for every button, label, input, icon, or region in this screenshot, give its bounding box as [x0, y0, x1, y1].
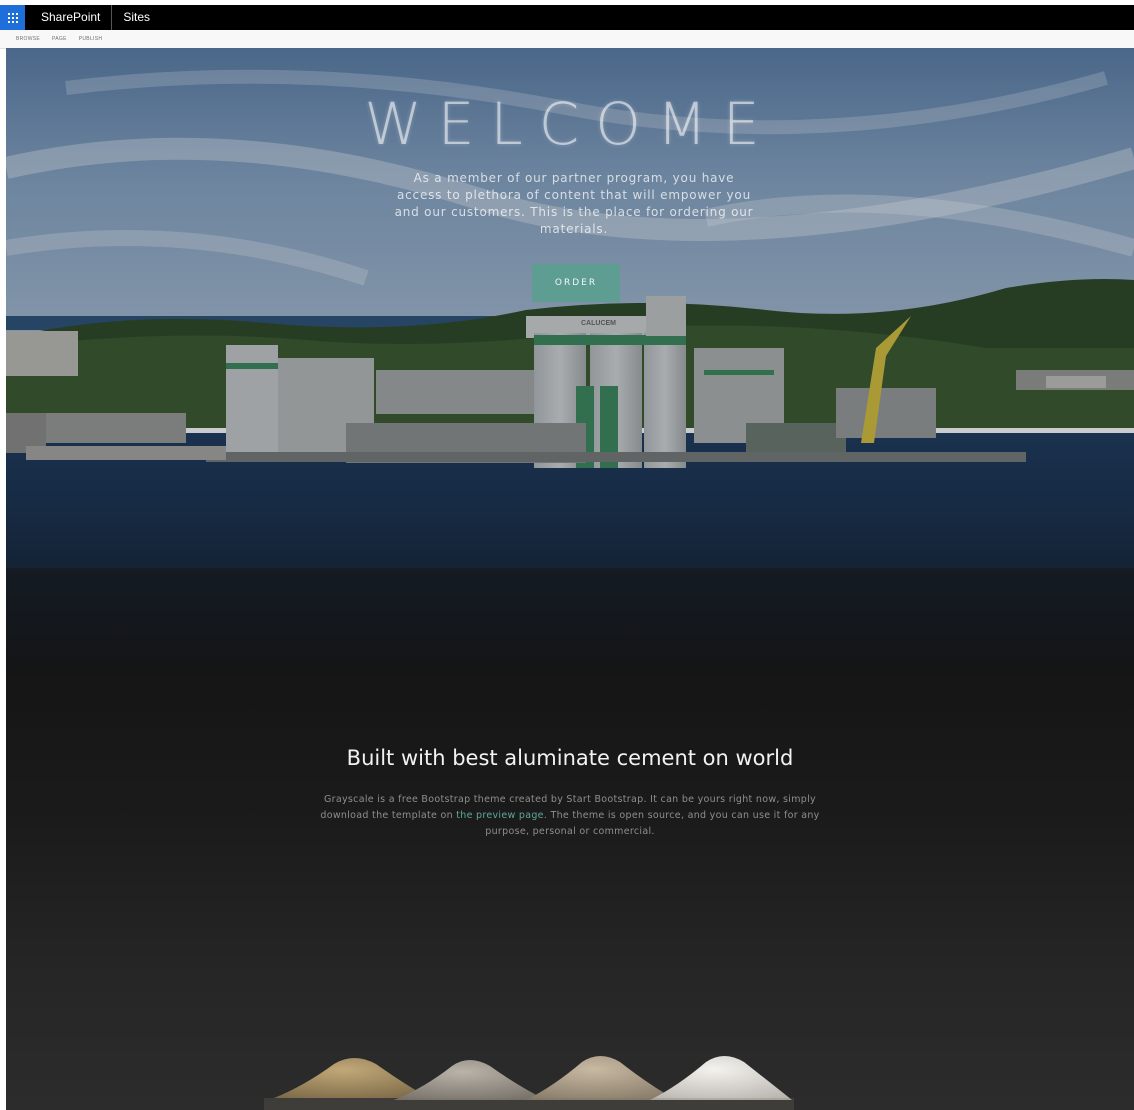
suite-bar: SharePoint Sites — [0, 5, 1134, 30]
preview-page-link[interactable]: the preview page — [456, 810, 544, 821]
about-title: Built with best aluminate cement on worl… — [346, 746, 794, 770]
hero-title: WELCOME — [364, 90, 776, 158]
about-section: Built with best aluminate cement on worl… — [6, 668, 1134, 1110]
sites-link[interactable]: Sites — [123, 5, 150, 30]
hero-section: CALUCEM WELCOME As a member of our partn… — [6, 48, 1134, 668]
ribbon-tabs: BROWSE PAGE PUBLISH — [0, 30, 1134, 49]
about-text: Grayscale is a free Bootstrap theme crea… — [306, 792, 834, 840]
order-button[interactable]: ORDER — [532, 264, 620, 302]
waffle-icon — [7, 12, 18, 23]
tab-publish[interactable]: PUBLISH — [79, 36, 103, 42]
hero-intro: As a member of our partner program, you … — [394, 171, 754, 236]
tab-browse[interactable]: BROWSE — [16, 36, 40, 42]
app-launcher-button[interactable] — [0, 5, 25, 30]
tab-page[interactable]: PAGE — [52, 36, 67, 42]
sharepoint-link[interactable]: SharePoint — [41, 5, 113, 30]
cement-piles-image — [264, 1056, 794, 1110]
plant-sign-text: CALUCEM — [581, 320, 616, 327]
